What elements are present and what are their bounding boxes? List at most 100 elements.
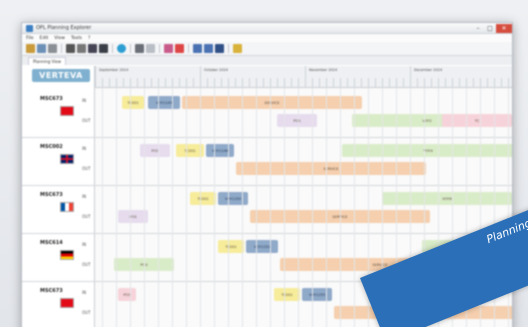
zoom-icon[interactable]: [135, 44, 144, 53]
day-tick: [270, 78, 271, 88]
vessel-row[interactable]: MSC673 IN OUT TC001 VOY1245 SERVICE VOY2 POS TC: [22, 90, 512, 138]
calendar-icon[interactable]: [193, 44, 202, 53]
day-tick: [242, 78, 243, 88]
schedule-bar[interactable]: VOY1252: [246, 240, 278, 253]
schedule-bar[interactable]: SERVICE: [236, 162, 426, 175]
grid-line: [284, 88, 285, 327]
screenshot-stage: OPL Planning Explorer – □ ✕ File Edit Vi…: [0, 0, 528, 327]
lane-label: OUT: [82, 310, 91, 315]
day-tick: [305, 78, 306, 88]
schedule-bar[interactable]: TC001: [274, 288, 300, 301]
day-tick: [438, 78, 439, 88]
grid-line: [312, 88, 313, 327]
grid-line: [270, 88, 271, 327]
pencil-icon[interactable]: [164, 44, 173, 53]
document-tab-strip: Planning View: [22, 56, 512, 65]
day-tick: [417, 78, 418, 88]
menu-file[interactable]: File: [26, 36, 34, 41]
refresh-icon[interactable]: [117, 44, 126, 53]
grid-line: [242, 88, 243, 327]
day-tick: [165, 78, 166, 88]
day-tick: [459, 78, 460, 88]
menu-view[interactable]: View: [54, 36, 65, 41]
day-tick: [109, 78, 110, 88]
schedule-bar[interactable]: TC001: [122, 96, 144, 109]
day-tick: [130, 78, 131, 88]
day-tick: [193, 78, 194, 88]
uk-flag-icon: [60, 154, 74, 164]
menu-help[interactable]: ?: [88, 36, 90, 41]
day-tick: [480, 78, 481, 88]
print-icon[interactable]: [48, 44, 57, 53]
schedule-bar[interactable]: VOY1246: [206, 144, 234, 157]
schedule-bar[interactable]: VOY6: [382, 192, 512, 205]
vessel-name: MSC002: [40, 144, 63, 150]
schedule-bar[interactable]: VOY1250: [218, 192, 248, 205]
grid-line: [172, 88, 173, 327]
grid-line: [102, 88, 103, 327]
lane-label: IN: [82, 98, 87, 103]
lane-label: OUT: [82, 118, 91, 123]
month-label: September 2024: [99, 68, 129, 72]
lane-label: IN: [82, 290, 87, 295]
vessel-name: MSC673: [40, 288, 63, 294]
minimize-button[interactable]: –: [472, 24, 484, 33]
lane-label: OUT: [82, 214, 91, 219]
menu-tools[interactable]: Tools: [71, 36, 82, 41]
schedule-bar[interactable]: VOY1245: [148, 96, 180, 109]
day-tick: [354, 78, 355, 88]
day-tick: [116, 78, 117, 88]
grid-line: [130, 88, 131, 327]
turkey-flag-icon: [60, 106, 74, 116]
menu-bar: File Edit View Tools ?: [22, 34, 512, 42]
eraser-icon[interactable]: [175, 44, 184, 53]
day-tick: [214, 78, 215, 88]
day-tick: [382, 78, 383, 88]
lane-label: OUT: [82, 166, 91, 171]
grid-line: [298, 88, 299, 327]
schedule-bar[interactable]: SERVICE: [182, 96, 362, 109]
day-tick: [501, 78, 502, 88]
export-icon[interactable]: [215, 44, 224, 53]
list-icon[interactable]: [204, 44, 213, 53]
tab-planning-view[interactable]: Planning View: [28, 57, 66, 65]
day-tick: [487, 78, 488, 88]
schedule-bar[interactable]: VOY1255: [302, 288, 332, 301]
schedule-bar[interactable]: TC001: [218, 240, 244, 253]
lane-label: IN: [82, 146, 87, 151]
copy-icon[interactable]: [77, 44, 86, 53]
schedule-bar[interactable]: TC001: [190, 192, 216, 205]
lane-label: IN: [82, 242, 87, 247]
schedule-bar[interactable]: POS: [277, 114, 317, 127]
lane-label: IN: [82, 194, 87, 199]
vessel-row[interactable]: MSC002 IN OUT POS TC001 VOY1246 SERVICE VOY4: [22, 138, 512, 186]
day-tick: [466, 78, 467, 88]
grid-icon[interactable]: [99, 44, 108, 53]
filter-icon[interactable]: [146, 44, 155, 53]
company-logo: VERTEVA: [32, 69, 90, 82]
menu-edit[interactable]: Edit: [40, 36, 49, 41]
schedule-bar[interactable]: POS: [118, 288, 136, 301]
day-tick: [249, 78, 250, 88]
maximize-button[interactable]: □: [484, 24, 496, 33]
day-tick: [256, 78, 257, 88]
paste-icon[interactable]: [88, 44, 97, 53]
open-icon[interactable]: [26, 44, 35, 53]
day-tick: [403, 78, 404, 88]
day-tick: [326, 78, 327, 88]
grid-line: [256, 88, 257, 327]
vessel-name: MSC614: [40, 240, 63, 246]
day-tick: [340, 78, 341, 88]
cut-icon[interactable]: [66, 44, 75, 53]
vessel-row[interactable]: MSC673INOUTPOSTC001VOY1250SERVICEVOY6: [22, 186, 512, 234]
app-icon: [26, 24, 33, 32]
day-tick: [333, 78, 334, 88]
timeline-header: September 2024 October 2024 November 2024 D…: [95, 66, 512, 88]
month-header: October 2024: [200, 66, 305, 88]
day-tick: [102, 78, 103, 88]
save-icon[interactable]: [37, 44, 46, 53]
day-tick: [151, 78, 152, 88]
day-tick: [375, 78, 376, 88]
close-button[interactable]: ✕: [496, 23, 512, 33]
settings-icon[interactable]: [233, 44, 242, 53]
